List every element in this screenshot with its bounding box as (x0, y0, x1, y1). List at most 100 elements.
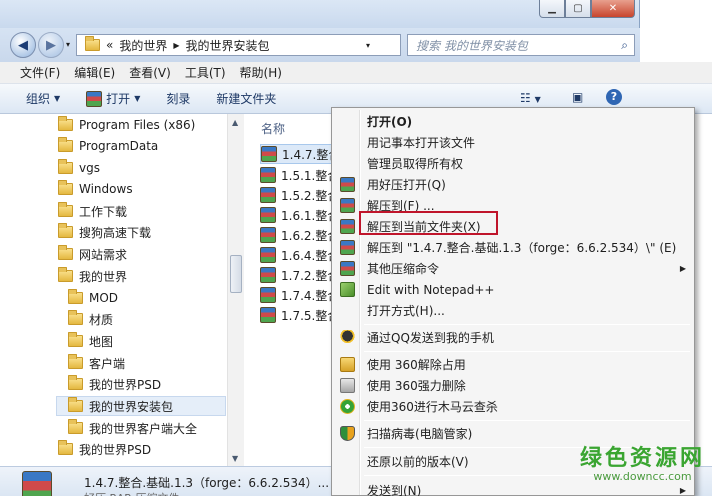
forward-button[interactable]: ▶ (38, 32, 64, 58)
forward-arrow-icon: ▶ (46, 37, 56, 53)
address-bar[interactable]: « 我的世界 ▶ 我的世界安装包 ▾ ↻ (76, 34, 422, 56)
nav-item-label: Windows (79, 182, 133, 196)
file-item[interactable]: 1.7.4.整合 (260, 285, 339, 305)
notepad-icon (340, 282, 355, 297)
nav-item-label: 我的世界PSD (79, 442, 152, 457)
nav-item[interactable]: Program Files (x86) (58, 115, 195, 135)
back-button[interactable]: ◀ (10, 32, 36, 58)
menu-item-360-unlock[interactable]: 使用 360解除占用 (334, 354, 692, 375)
folder-icon (68, 289, 83, 304)
file-item[interactable]: 1.5.2.整合 (260, 185, 339, 205)
file-item[interactable]: 1.7.5.整合 (260, 305, 339, 325)
menu-item-open-notepad[interactable]: 用记事本打开该文件 (334, 132, 692, 153)
watermark-en: www.downcc.com (593, 470, 692, 483)
menu-item-open[interactable]: 打开(O) (334, 111, 692, 132)
open-button[interactable]: 打开 ▼ (86, 90, 140, 107)
menu-item-label: 其他压缩命令 (367, 262, 440, 276)
menu-item-open-with[interactable]: 打开方式(H)... (334, 300, 692, 321)
nav-item[interactable]: 材质 (68, 309, 113, 329)
qqpcmgr-icon (340, 426, 355, 441)
scroll-up-icon[interactable]: ▲ (232, 118, 238, 127)
watermark: 绿色资源网 www.downcc.com (580, 440, 705, 483)
file-item[interactable]: 1.6.1.整合 (260, 205, 339, 225)
search-input[interactable]: 搜索 我的世界安装包 ⌕ (407, 34, 635, 56)
address-dropdown-icon[interactable]: ▾ (366, 41, 370, 50)
nav-item[interactable]: MOD (68, 288, 118, 308)
nav-scrollbar[interactable]: ▲ ▼ (227, 114, 244, 466)
nav-item[interactable]: 我的世界PSD (68, 374, 161, 394)
navigation-pane: Program Files (x86) ProgramData vgs Wind… (0, 114, 243, 466)
rar-file-icon (260, 167, 276, 183)
search-placeholder: 搜索 我的世界安装包 (416, 38, 528, 53)
menu-item-qq-send[interactable]: 通过QQ发送到我的手机 (334, 327, 692, 348)
nav-item[interactable]: 我的世界PSD (58, 439, 151, 459)
title-bar: ▁ ▢ ✕ (0, 0, 640, 28)
menu-tools[interactable]: 工具(T) (185, 64, 226, 81)
folder-icon (58, 137, 73, 152)
nav-item[interactable]: ProgramData (58, 136, 158, 156)
breadcrumb-item[interactable]: 我的世界 (119, 37, 167, 54)
nav-item[interactable]: 搜狗高速下载 (58, 222, 151, 242)
menu-item-360-delete[interactable]: 使用 360强力删除 (334, 375, 692, 396)
submenu-arrow-icon: ▶ (679, 264, 686, 273)
organize-button[interactable]: 组织 ▼ (26, 90, 60, 107)
breadcrumb-overflow[interactable]: « (106, 38, 113, 52)
help-icon[interactable]: ? (606, 89, 622, 105)
explorer-window: ▁ ▢ ✕ ◀ ▶ ▾ « 我的世界 ▶ 我的世界安装包 ▾ ↻ 搜索 我的世界… (0, 0, 712, 496)
folder-icon (58, 202, 73, 217)
burn-button[interactable]: 刻录 (166, 90, 190, 107)
nav-item[interactable]: 我的世界 (58, 266, 127, 286)
rar-file-icon (260, 187, 276, 203)
file-item[interactable]: 1.5.1.整合 (260, 165, 339, 185)
menu-item-take-ownership[interactable]: 管理员取得所有权 (334, 153, 692, 174)
submenu-arrow-icon: ▶ (679, 486, 686, 495)
nav-item-label: 网站需求 (79, 247, 128, 262)
360-shred-icon (340, 378, 355, 393)
file-item[interactable]: 1.6.2.整合 (260, 225, 339, 245)
haozip-icon (86, 90, 103, 107)
menu-item-open-haozip[interactable]: 用好压打开(Q) (334, 174, 692, 195)
new-folder-button[interactable]: 新建文件夹 (216, 90, 276, 107)
organize-label: 组织 (26, 92, 51, 106)
nav-item[interactable]: 工作下载 (58, 201, 127, 221)
nav-item[interactable]: 网站需求 (58, 244, 127, 264)
qq-icon (340, 330, 355, 345)
360-unlock-icon (340, 357, 355, 372)
preview-pane-icon[interactable]: ▣ (572, 90, 583, 104)
maximize-button[interactable]: ▢ (565, 0, 591, 18)
file-item[interactable]: 1.7.2.整合 (260, 265, 339, 285)
breadcrumb-chevron-icon[interactable]: ▶ (173, 41, 179, 50)
minimize-button[interactable]: ▁ (539, 0, 565, 18)
menu-item-other-compress[interactable]: 其他压缩命令 ▶ (334, 258, 692, 279)
nav-item[interactable]: 我的世界客户端大全 (68, 418, 197, 438)
menu-help[interactable]: 帮助(H) (240, 64, 282, 81)
folder-icon (58, 116, 73, 131)
column-header-name[interactable]: 名称 (261, 120, 285, 137)
rar-file-icon (260, 267, 276, 283)
close-button[interactable]: ✕ (591, 0, 635, 18)
menu-item-extract-to-folder[interactable]: 解压到 "1.4.7.整合.基础.1.3（forge：6.6.2.534）\" … (334, 237, 692, 258)
nav-item[interactable]: Windows (58, 179, 133, 199)
nav-item-label: 我的世界客户端大全 (89, 421, 198, 436)
search-icon[interactable]: ⌕ (621, 38, 628, 53)
view-options-icon[interactable]: ☷ ▼ (520, 91, 541, 105)
nav-item[interactable]: 地图 (68, 331, 113, 351)
rar-file-icon (260, 227, 276, 243)
file-item[interactable]: 1.6.4.整合 (260, 245, 339, 265)
menu-file[interactable]: 文件(F) (20, 64, 60, 81)
scrollbar-thumb[interactable] (230, 255, 242, 293)
menu-edit[interactable]: 编辑(E) (74, 64, 115, 81)
haozip-icon (340, 240, 355, 255)
menu-item-360-scan[interactable]: 使用360进行木马云查杀 (334, 396, 692, 417)
nav-item[interactable]: vgs (58, 158, 100, 178)
breadcrumb-item[interactable]: 我的世界安装包 (186, 37, 270, 54)
recent-pages-icon[interactable]: ▾ (66, 40, 70, 49)
nav-item-label: 我的世界PSD (89, 377, 162, 392)
nav-item[interactable]: 客户端 (68, 353, 125, 373)
folder-icon (58, 245, 73, 260)
nav-item-selected[interactable]: 我的世界安装包 (56, 396, 226, 416)
menu-item-notepadpp[interactable]: Edit with Notepad++ (334, 279, 692, 300)
menu-item-label: Edit with Notepad++ (367, 282, 495, 297)
menu-view[interactable]: 查看(V) (129, 64, 171, 81)
scroll-down-icon[interactable]: ▼ (232, 454, 238, 463)
